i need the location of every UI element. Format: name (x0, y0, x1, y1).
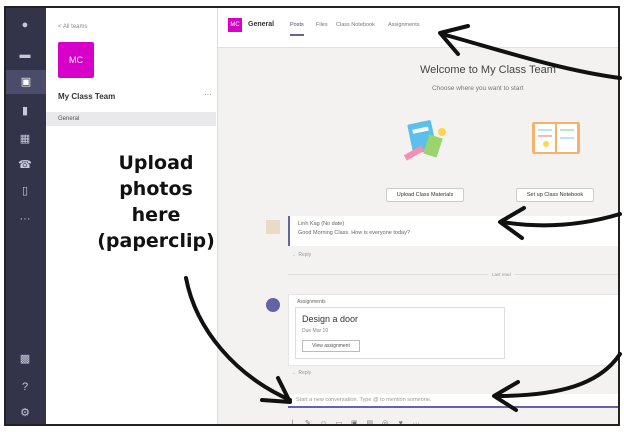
message-sender: Linh Kag (No date) (298, 221, 345, 227)
team-more-options-button[interactable]: ··· (204, 90, 212, 99)
channel-avatar: MC (228, 18, 242, 32)
team-avatar: MC (58, 42, 94, 78)
welcome-title: Welcome to My Class Team (420, 64, 556, 76)
more-options-icon[interactable]: ··· (412, 420, 421, 424)
compose-toolbar: ⌇ ✎ ☺ ▭ ▣ ▤ ◎ ♥ ··· (288, 412, 423, 424)
class-notebook-illustration (532, 122, 580, 154)
annotation-line: Upload (118, 152, 194, 174)
assignment-title: Design a door (302, 314, 359, 324)
app-rail: ● ▬ ▣ ▮ ▦ ☎ ▯ ··· ▩ ? ⚙ (6, 8, 46, 424)
meet-icon[interactable]: ▤ (365, 419, 374, 424)
conversation-area: Welcome to My Class Team Choose where yo… (218, 48, 618, 424)
paperclip-icon[interactable]: ⌇ (288, 419, 297, 424)
annotation-line: photos (119, 178, 193, 200)
view-assignment-button[interactable]: View assignment (302, 340, 360, 352)
assignment-inner-card: Design a door Due Mar 10 View assignment (295, 307, 505, 359)
apps-icon[interactable]: ▩ (18, 352, 32, 366)
tab-files[interactable]: Files (316, 22, 328, 28)
activity-icon[interactable]: ● (18, 18, 32, 32)
annotation-line: (paperclip) (97, 230, 215, 252)
reply-link[interactable]: ← Reply (292, 252, 311, 258)
reply-link[interactable]: ← Reply (292, 370, 311, 376)
channel-item-general[interactable]: General (46, 112, 216, 126)
more-apps-icon[interactable]: ··· (18, 212, 32, 226)
team-name: My Class Team (58, 92, 116, 101)
avatar (266, 220, 280, 234)
message-text: Good Morning Class. How is everyone toda… (298, 230, 410, 236)
message-card: Linh Kag (No date) Good Morning Class. H… (288, 216, 618, 246)
channel-header: MC General Posts Files Class Notebook As… (218, 8, 618, 48)
settings-icon[interactable]: ⚙ (18, 406, 32, 420)
tab-assignments[interactable]: Assignments (388, 22, 420, 28)
assignment-due-date: Due Mar 10 (302, 328, 329, 334)
compose-input[interactable]: Start a new conversation. Type @ to ment… (288, 394, 618, 408)
sticker-icon[interactable]: ▣ (350, 419, 359, 424)
tab-posts[interactable]: Posts (290, 22, 304, 36)
assignments-bot-avatar (266, 298, 280, 312)
upload-class-materials-button[interactable]: Upload Class Materials (386, 188, 464, 202)
annotation-text: Upload photos here (paperclip) (96, 150, 216, 254)
set-up-class-notebook-button[interactable]: Set up Class Notebook (516, 188, 594, 202)
emoji-icon[interactable]: ☺ (319, 420, 328, 424)
format-icon[interactable]: ✎ (303, 419, 312, 424)
divider (288, 274, 618, 275)
gif-icon[interactable]: ▭ (334, 419, 343, 424)
praise-icon[interactable]: ♥ (396, 420, 405, 424)
annotation-line: here (131, 204, 181, 226)
calls-icon[interactable]: ☎ (18, 158, 32, 172)
assignments-icon[interactable]: ▮ (18, 104, 32, 118)
assignment-sender: Assignments (297, 299, 326, 305)
stream-icon[interactable]: ◎ (381, 419, 390, 424)
welcome-subtitle: Choose where you want to start (432, 85, 524, 92)
chat-icon[interactable]: ▬ (18, 48, 32, 62)
class-materials-illustration (403, 120, 446, 161)
assignment-card: Assignments Design a door Due Mar 10 Vie… (288, 294, 618, 366)
files-icon[interactable]: ▯ (18, 184, 32, 198)
teams-icon[interactable]: ▣ (6, 70, 46, 94)
calendar-icon[interactable]: ▦ (18, 132, 32, 146)
channel-title: General (248, 21, 275, 28)
last-read-label: Last read (488, 272, 515, 277)
tab-class-notebook[interactable]: Class Notebook (336, 22, 375, 28)
help-icon[interactable]: ? (18, 380, 32, 394)
all-teams-link[interactable]: < All teams (58, 24, 88, 30)
